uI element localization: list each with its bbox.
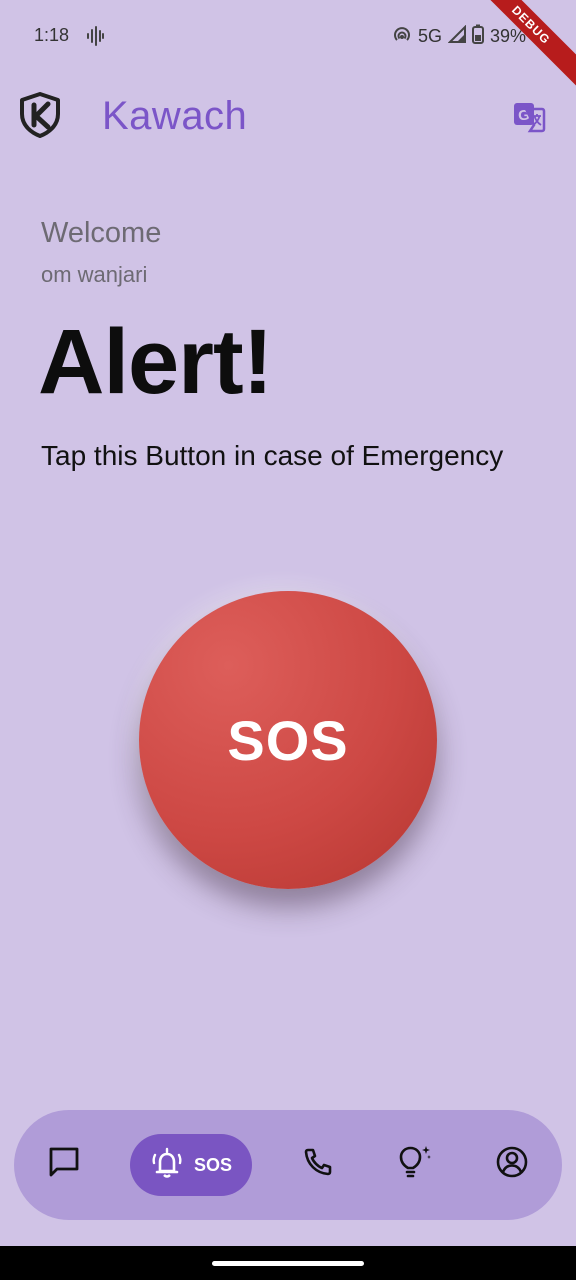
emergency-instruction: Tap this Button in case of Emergency — [41, 440, 504, 471]
nav-sos[interactable]: SOS — [130, 1134, 252, 1196]
nav-sos-label: SOS — [193, 1154, 232, 1175]
nav-tips[interactable] — [392, 1142, 436, 1186]
nav-phone[interactable] — [296, 1142, 340, 1186]
alert-title: Alert! — [38, 311, 273, 413]
status-time: 1:18 — [34, 25, 70, 45]
voice-wave-icon — [86, 26, 104, 51]
sos-button-label: SOS — [227, 708, 349, 772]
status-bar: 1:18 5G 39% DEBUG — [0, 0, 576, 86]
nav-chat[interactable] — [42, 1142, 86, 1186]
app-title: Kawach — [102, 94, 248, 138]
translate-icon[interactable]: G — [512, 100, 546, 134]
hotspot-icon — [392, 24, 412, 49]
bottom-nav: SOS — [14, 1110, 562, 1220]
system-nav-bar — [0, 1246, 576, 1280]
network-type: 5G — [418, 25, 443, 46]
phone-icon — [302, 1146, 334, 1183]
shield-k-logo-icon — [18, 92, 62, 143]
sos-button[interactable]: SOS — [139, 591, 437, 889]
status-indicators: 5G 39% — [392, 24, 526, 48]
username: om wanjari — [41, 262, 148, 287]
battery-icon — [472, 24, 485, 49]
app-bar: Kawach G — [0, 86, 576, 150]
welcome-text: Welcome — [41, 217, 162, 249]
nav-profile[interactable] — [490, 1142, 534, 1186]
chat-icon — [47, 1145, 81, 1184]
account-circle-icon — [495, 1145, 529, 1184]
home-indicator[interactable] — [212, 1261, 364, 1266]
alarm-bell-icon — [150, 1147, 184, 1184]
lightbulb-sparkle-icon — [395, 1144, 433, 1185]
signal-icon — [447, 24, 467, 48]
